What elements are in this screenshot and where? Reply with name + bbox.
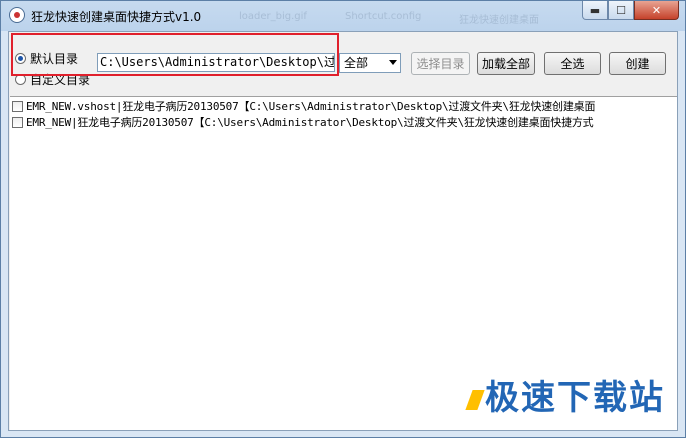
filter-dropdown[interactable]: 全部 — [339, 53, 401, 73]
minimize-button[interactable]: ▬ — [582, 1, 608, 20]
window-controls: ▬ ☐ ✕ — [582, 1, 679, 20]
load-all-button[interactable]: 加载全部 — [477, 52, 535, 75]
watermark-logo: 极速下载站 — [465, 370, 665, 419]
list-item[interactable]: EMR_NEW|狂龙电子病历20130507【C:\Users\Administ… — [12, 114, 677, 130]
choose-directory-button[interactable]: 选择目录 — [411, 52, 470, 75]
radio-default-dir[interactable]: 默认目录 — [15, 50, 78, 67]
list-item[interactable]: EMR_NEW.vshost|狂龙电子病历20130507【C:\Users\A… — [12, 98, 677, 114]
select-all-button[interactable]: 全选 — [544, 52, 601, 75]
radio-unselected-icon — [15, 74, 26, 85]
close-button[interactable]: ✕ — [634, 1, 679, 20]
title-bar[interactable]: 狂龙快速创建桌面快捷方式v1.0 loader_big.gif Shortcut… — [1, 1, 685, 31]
lightning-icon — [465, 389, 485, 410]
app-icon — [9, 7, 25, 23]
maximize-button[interactable]: ☐ — [608, 1, 634, 20]
create-button[interactable]: 创建 — [609, 52, 666, 75]
background-file-label: loader_big.gif — [239, 11, 307, 22]
list-item-checkbox[interactable] — [12, 100, 23, 112]
radio-selected-icon — [15, 53, 26, 64]
list-item-text: EMR_NEW|狂龙电子病历20130507【C:\Users\Administ… — [26, 116, 594, 129]
window-title: 狂龙快速创建桌面快捷方式v1.0 — [31, 10, 202, 24]
background-file-label: 狂龙快速创建桌面 — [459, 15, 539, 26]
radio-default-label: 默认目录 — [30, 52, 79, 66]
radio-custom-label: 自定义目录 — [30, 73, 91, 87]
background-file-label: Shortcut.config — [345, 11, 422, 22]
list-item-text: EMR_NEW.vshost|狂龙电子病历20130507【C:\Users\A… — [26, 100, 596, 113]
directory-path-input[interactable]: C:\Users\Administrator\Desktop\过渡 — [97, 53, 335, 72]
radio-custom-dir[interactable]: 自定义目录 — [15, 71, 90, 88]
watermark-text: 极速下载站 — [485, 378, 665, 418]
list-item-checkbox[interactable] — [12, 116, 23, 128]
filter-selected-value: 全部 — [344, 56, 369, 70]
chevron-down-icon — [389, 60, 397, 65]
app-window: 狂龙快速创建桌面快捷方式v1.0 loader_big.gif Shortcut… — [0, 0, 686, 438]
